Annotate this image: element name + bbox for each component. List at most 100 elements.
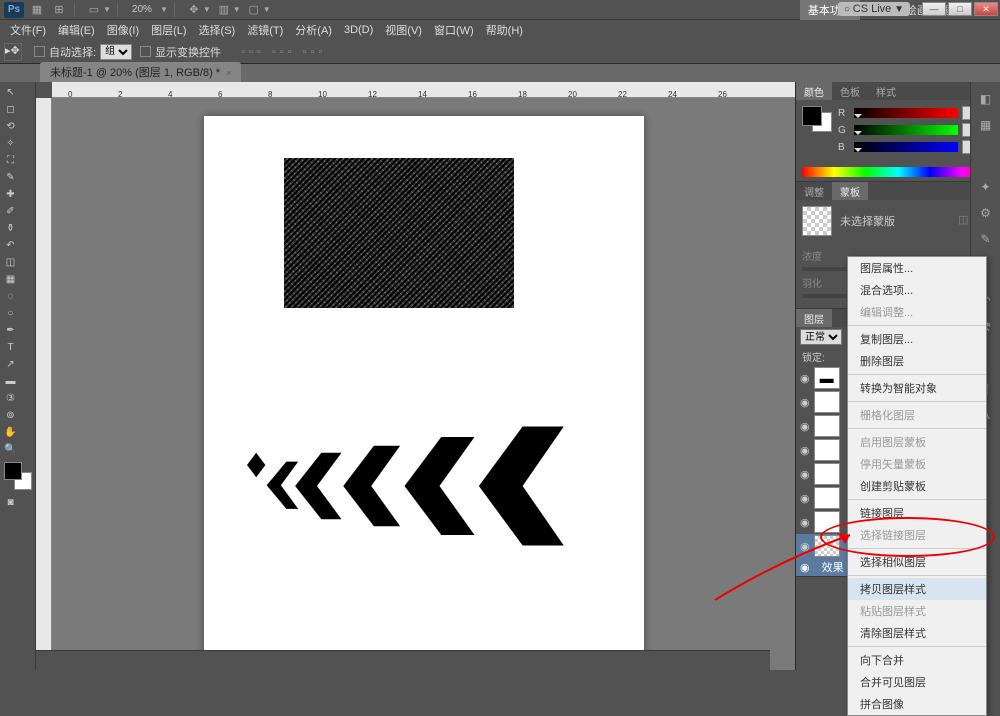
tab-swatches[interactable]: 色板 xyxy=(832,82,868,100)
hue-bar[interactable] xyxy=(802,167,994,177)
screenmode-icon[interactable]: ▢ xyxy=(245,2,263,18)
blend-mode[interactable]: 正常 xyxy=(800,329,842,345)
crop-tool[interactable]: ⛶ xyxy=(3,153,18,168)
tab-color[interactable]: 颜色 xyxy=(796,82,832,100)
menu-3d[interactable]: 3D(D) xyxy=(338,22,379,38)
path-tool[interactable]: ↗ xyxy=(3,357,18,372)
ctx-flatten[interactable]: 拼合图像 xyxy=(848,693,986,715)
color-swatch-panel[interactable] xyxy=(802,106,832,132)
auto-select-type[interactable]: 组 xyxy=(100,44,132,60)
3d-tool[interactable]: ③ xyxy=(3,391,18,406)
g-slider[interactable] xyxy=(854,125,958,135)
tab-masks[interactable]: 蒙板 xyxy=(832,182,868,200)
panel-icon-1[interactable]: ◧ xyxy=(975,88,997,110)
menu-edit[interactable]: 编辑(E) xyxy=(52,20,101,40)
ctx-clip[interactable]: 创建剪贴蒙板 xyxy=(848,475,986,497)
ctx-enablevec: 停用矢量蒙板 xyxy=(848,453,986,475)
document-tabs: 未标题-1 @ 20% (图层 1, RGB/8) *× xyxy=(0,64,1000,82)
ruler-vertical xyxy=(36,98,52,670)
menu-window[interactable]: 窗口(W) xyxy=(428,20,480,40)
shape-tool[interactable]: ▬ xyxy=(3,374,18,389)
viewextras-icon[interactable]: ▭ xyxy=(85,2,103,18)
maximize-button[interactable]: □ xyxy=(948,2,972,16)
show-transform-checkbox[interactable] xyxy=(140,46,151,57)
tab-adjust[interactable]: 调整 xyxy=(796,182,832,200)
ctx-del[interactable]: 删除图层 xyxy=(848,350,986,372)
canvas[interactable] xyxy=(204,116,644,666)
gradient-tool[interactable]: ▦ xyxy=(3,272,18,287)
stamp-tool[interactable]: ⚱ xyxy=(3,221,18,236)
ctx-props[interactable]: 图层属性... xyxy=(848,257,986,279)
ctx-smart[interactable]: 转换为智能对象 xyxy=(848,377,986,399)
marquee-tool[interactable]: ◻ xyxy=(3,102,18,117)
tab-close-icon[interactable]: × xyxy=(226,68,231,78)
ctx-mergedown[interactable]: 向下合并 xyxy=(848,649,986,671)
current-tool-icon[interactable]: ▸✥ xyxy=(4,43,22,61)
blur-tool[interactable]: ◌ xyxy=(3,289,18,304)
close-button[interactable]: ✕ xyxy=(974,2,998,16)
ctx-link[interactable]: 链接图层 xyxy=(848,502,986,524)
menu-help[interactable]: 帮助(H) xyxy=(480,20,529,40)
menu-analysis[interactable]: 分析(A) xyxy=(289,20,338,40)
ctx-dup[interactable]: 复制图层... xyxy=(848,328,986,350)
wand-tool[interactable]: ✧ xyxy=(3,136,18,151)
menu-file[interactable]: 文件(F) xyxy=(4,20,52,40)
app-logo: Ps xyxy=(4,2,24,18)
arrange-icon[interactable]: ▥ xyxy=(215,2,233,18)
window-controls: — □ ✕ xyxy=(920,2,998,16)
noise-rect xyxy=(284,158,514,308)
panel-icon-4[interactable]: ⚙ xyxy=(975,202,997,224)
color-swatch[interactable] xyxy=(4,462,32,490)
move-tool[interactable]: ↖ xyxy=(3,85,18,100)
ctx-editadj: 编辑调整... xyxy=(848,301,986,323)
dodge-tool[interactable]: ○ xyxy=(3,306,18,321)
tab-layers[interactable]: 图层 xyxy=(796,309,832,327)
eraser-tool[interactable]: ◫ xyxy=(3,255,18,270)
ctx-mergevis[interactable]: 合并可见图层 xyxy=(848,671,986,693)
ctx-copystyle[interactable]: 拷贝图层样式 xyxy=(848,578,986,600)
hand-tool[interactable]: ✋ xyxy=(3,425,18,440)
tab-styles[interactable]: 样式 xyxy=(868,82,904,100)
document-canvas-wrap xyxy=(36,98,795,670)
mask-thumb[interactable] xyxy=(802,206,832,236)
panel-icon-2[interactable]: ▦ xyxy=(975,114,997,136)
statusbar xyxy=(36,650,770,670)
document-area: 0 2 4 6 8 10 12 14 16 18 20 22 24 26 xyxy=(36,82,795,670)
ctx-blend[interactable]: 混合选项... xyxy=(848,279,986,301)
zoom-tool[interactable]: 🔍 xyxy=(3,442,18,457)
menu-view[interactable]: 视图(V) xyxy=(379,20,428,40)
ctx-clearstyle[interactable]: 清除图层样式 xyxy=(848,622,986,644)
auto-select-checkbox[interactable] xyxy=(34,46,45,57)
3dcam-tool[interactable]: ⊚ xyxy=(3,408,18,423)
minimize-button[interactable]: — xyxy=(922,2,946,16)
menu-image[interactable]: 图像(I) xyxy=(101,20,145,40)
align-buttons[interactable]: ▫▫▫ ▫▫▫ ▫▫▫ xyxy=(241,46,326,58)
pen-tool[interactable]: ✒ xyxy=(3,323,18,338)
ctx-pastestyle: 粘贴图层样式 xyxy=(848,600,986,622)
panel-icon-3[interactable]: ✦ xyxy=(975,176,997,198)
hand-icon[interactable]: ✥ xyxy=(185,2,203,18)
show-transform-label: 显示变换控件 xyxy=(155,44,221,60)
zoom-level[interactable]: 20% xyxy=(132,4,152,15)
type-tool[interactable]: T xyxy=(3,340,18,355)
heal-tool[interactable]: ✚ xyxy=(3,187,18,202)
menu-select[interactable]: 选择(S) xyxy=(193,20,242,40)
eyedropper-tool[interactable]: ✎ xyxy=(3,170,18,185)
menu-layer[interactable]: 图层(L) xyxy=(145,20,192,40)
lasso-tool[interactable]: ⟲ xyxy=(3,119,18,134)
minibridge-icon[interactable]: ⊞ xyxy=(50,2,68,18)
document-tab[interactable]: 未标题-1 @ 20% (图层 1, RGB/8) *× xyxy=(40,62,241,82)
history-tool[interactable]: ↶ xyxy=(3,238,18,253)
ctx-raster: 栅格化图层 xyxy=(848,404,986,426)
r-slider[interactable] xyxy=(854,108,958,118)
cslive-button[interactable]: ○ CS Live ▼ xyxy=(838,2,910,16)
bridge-icon[interactable]: ▦ xyxy=(28,2,46,18)
menubar: 文件(F) 编辑(E) 图像(I) 图层(L) 选择(S) 滤镜(T) 分析(A… xyxy=(0,20,1000,40)
b-slider[interactable] xyxy=(854,142,958,152)
quickmask-tool[interactable]: ◙ xyxy=(3,495,18,510)
panel-icon-5[interactable]: ✎ xyxy=(975,228,997,250)
ctx-selsim[interactable]: 选择相似图层 xyxy=(848,551,986,573)
brush-tool[interactable]: ✐ xyxy=(3,204,18,219)
menu-filter[interactable]: 滤镜(T) xyxy=(241,20,289,40)
toolbox: ↖ ◻ ⟲ ✧ ⛶ ✎ ✚ ✐ ⚱ ↶ ◫ ▦ ◌ ○ ✒ T ↗ ▬ ③ ⊚ ✋ 🔍 ◙ xyxy=(0,82,36,670)
